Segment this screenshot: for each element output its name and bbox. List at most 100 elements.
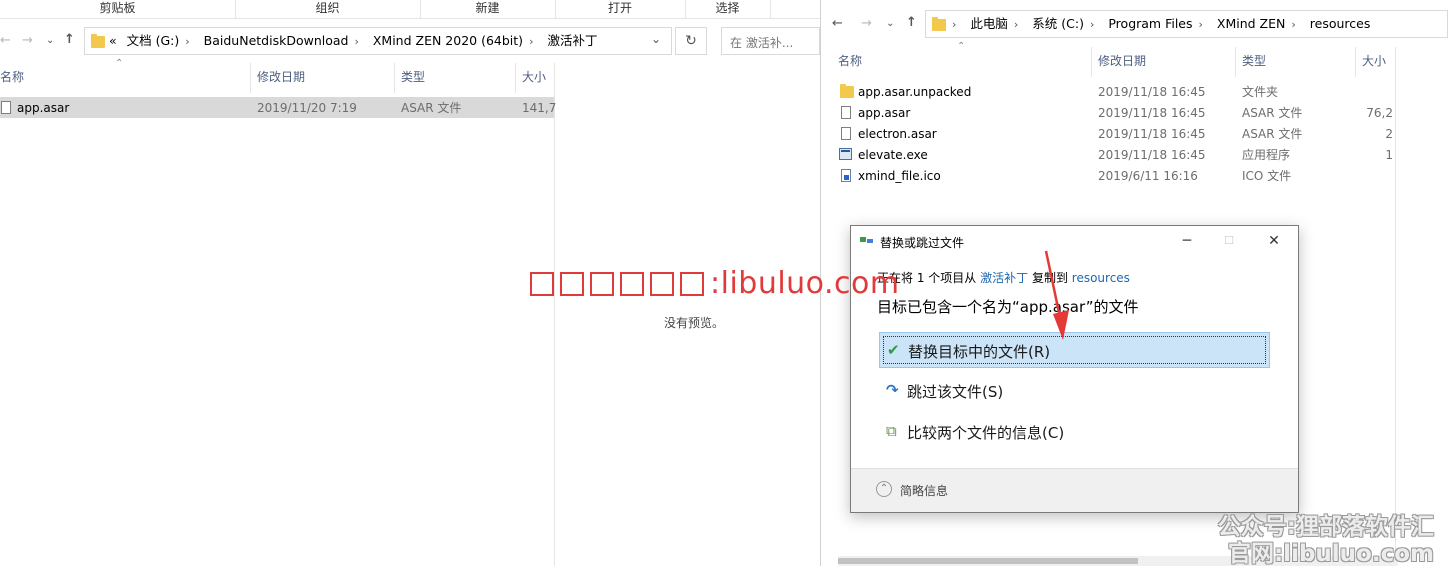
fewer-details-link[interactable]: 简略信息: [900, 482, 948, 499]
breadcrumb-this-pc[interactable]: 此电脑: [970, 16, 1008, 31]
column-date-modified[interactable]: 修改日期: [257, 69, 305, 85]
compare-files-option[interactable]: ⧉ 比较两个文件的信息(C): [879, 414, 1270, 450]
address-dropdown-chevron-icon[interactable]: ⌄: [651, 32, 661, 46]
replace-file-option[interactable]: ✔ 替换目标中的文件(R): [879, 332, 1270, 368]
column-type[interactable]: 类型: [401, 69, 425, 85]
column-size[interactable]: 大小: [1362, 53, 1386, 69]
source-folder-link[interactable]: 激活补丁: [980, 271, 1028, 285]
skip-option-label: 跳过该文件(S): [907, 383, 1004, 401]
file-list-preview-divider[interactable]: [1395, 47, 1396, 566]
forward-arrow-icon[interactable]: →: [22, 33, 33, 49]
table-row[interactable]: app.asar 2019/11/20 7:19 ASAR 文件 141,7: [0, 97, 556, 118]
column-divider[interactable]: [515, 63, 516, 93]
ribbon-group-organize[interactable]: 组织: [235, 0, 421, 18]
folder-icon: [91, 34, 105, 48]
column-name[interactable]: 名称: [838, 53, 862, 69]
column-divider[interactable]: [1091, 47, 1092, 77]
ribbon-group-new[interactable]: 新建: [420, 0, 556, 18]
compare-icon: ⧉: [886, 422, 897, 440]
breadcrumb-resources[interactable]: resources: [1310, 16, 1371, 31]
chevron-right-icon[interactable]: ›: [1199, 18, 1203, 31]
column-divider[interactable]: [1235, 47, 1236, 77]
glyph-box: [620, 272, 644, 296]
conflict-message: 目标已包含一个名为“app.asar”的文件: [877, 298, 1139, 316]
right-address-bar[interactable]: › 此电脑 › 系统 (C:) › Program Files › XMind ZEN…: [925, 10, 1448, 38]
table-row[interactable]: elevate.exe 2019/11/18 16:45 应用程序 1: [835, 144, 1395, 165]
no-preview-text: 没有预览。: [664, 316, 725, 330]
breadcrumb-drive-c[interactable]: 系统 (C:): [1032, 16, 1084, 31]
back-arrow-icon[interactable]: ←: [0, 33, 11, 49]
ribbon-group-open[interactable]: 打开: [555, 0, 686, 18]
skip-arrow-icon: ↷: [886, 381, 899, 399]
forward-arrow-icon[interactable]: →: [861, 16, 872, 32]
column-divider[interactable]: [1355, 47, 1356, 77]
table-row[interactable]: app.asar.unpacked 2019/11/18 16:45 文件夹: [835, 81, 1395, 102]
table-row[interactable]: app.asar 2019/11/18 16:45 ASAR 文件 76,2: [835, 102, 1395, 123]
table-row[interactable]: xmind_file.ico 2019/6/11 16:16 ICO 文件: [835, 165, 1395, 186]
chevron-right-icon[interactable]: ›: [1090, 18, 1094, 31]
ribbon-group-select[interactable]: 选择: [685, 0, 771, 18]
chevron-right-icon[interactable]: ›: [1291, 18, 1295, 31]
back-arrow-icon[interactable]: ←: [832, 16, 843, 32]
breadcrumb-patch-folder[interactable]: 激活补丁: [547, 33, 597, 48]
chevron-right-icon[interactable]: ›: [354, 35, 358, 48]
breadcrumb-overflow[interactable]: «: [109, 33, 117, 48]
copy-app-icon-arrow: [867, 239, 873, 243]
table-row[interactable]: electron.asar 2019/11/18 16:45 ASAR 文件 2: [835, 123, 1395, 144]
breadcrumb-program-files[interactable]: Program Files: [1108, 16, 1192, 31]
exe-icon: [839, 148, 852, 160]
file-name: xmind_file.ico: [858, 169, 941, 183]
minimize-icon[interactable]: ─: [1169, 230, 1205, 252]
chevron-right-icon[interactable]: ›: [1014, 18, 1018, 31]
up-arrow-icon[interactable]: ↑: [64, 32, 75, 48]
close-icon[interactable]: ✕: [1256, 230, 1292, 252]
file-name: app.asar: [858, 106, 911, 120]
chevron-right-icon[interactable]: ›: [529, 35, 533, 48]
recent-locations-chevron-icon[interactable]: ⌄: [46, 33, 54, 49]
glyph-box: [680, 272, 704, 296]
file-icon: [841, 106, 851, 119]
chevron-right-icon[interactable]: ›: [185, 35, 189, 48]
column-name[interactable]: 名称: [0, 69, 24, 85]
column-size[interactable]: 大小: [522, 69, 546, 85]
red-arrow-annotation: [1044, 250, 1069, 340]
recent-locations-chevron-icon[interactable]: ⌄: [886, 16, 894, 32]
dialog-title: 替换或跳过文件: [880, 236, 965, 250]
breadcrumb-xmind-zen[interactable]: XMind ZEN 2020 (64bit): [373, 33, 523, 48]
file-type: ASAR 文件: [401, 101, 462, 115]
refresh-icon[interactable]: ↻: [675, 27, 707, 55]
scrollbar-thumb[interactable]: [838, 558, 1138, 564]
breadcrumb-xmind-zen[interactable]: XMind ZEN: [1217, 16, 1285, 31]
left-address-bar[interactable]: « 文档 (G:) › BaiduNetdiskDownload › XMind Z…: [84, 27, 672, 55]
skip-file-option[interactable]: ↷ 跳过该文件(S): [879, 373, 1270, 409]
file-date: 2019/11/18 16:45: [1098, 148, 1206, 162]
glyph-box: [590, 272, 614, 296]
file-date: 2019/6/11 16:16: [1098, 169, 1198, 183]
file-type: ASAR 文件: [1242, 127, 1303, 141]
folder-icon: [840, 84, 854, 98]
chevron-right-icon[interactable]: ›: [952, 18, 956, 31]
file-size: 1: [1385, 148, 1393, 162]
file-name: app.asar.unpacked: [858, 85, 972, 99]
maximize-icon: ☐: [1224, 234, 1234, 247]
file-icon: [1, 101, 11, 114]
chevron-up-icon[interactable]: ⌃: [876, 481, 892, 497]
breadcrumb-baidunetdisk[interactable]: BaiduNetdiskDownload: [204, 33, 349, 48]
column-divider[interactable]: [250, 63, 251, 93]
file-date: 2019/11/18 16:45: [1098, 127, 1206, 141]
column-divider[interactable]: [394, 63, 395, 93]
ribbon-group-clipboard[interactable]: 剪贴板: [0, 0, 236, 18]
left-search-box[interactable]: 在 激活补...: [721, 27, 820, 55]
breadcrumb-drive-g[interactable]: 文档 (G:): [127, 33, 180, 48]
column-type[interactable]: 类型: [1242, 53, 1266, 69]
file-list-preview-divider[interactable]: [554, 63, 555, 566]
file-type: 文件夹: [1242, 85, 1279, 99]
arrow-head: [1053, 310, 1069, 340]
column-date-modified[interactable]: 修改日期: [1098, 53, 1146, 69]
replace-or-skip-dialog: 替换或跳过文件 ─ ☐ ✕ 正在将 1 个项目从 激活补丁 复制到 resour…: [850, 225, 1299, 513]
file-type: 应用程序: [1242, 148, 1291, 162]
site-watermark: :libuluo.com: [530, 266, 900, 301]
dest-folder-link[interactable]: resources: [1072, 271, 1130, 285]
up-arrow-icon[interactable]: ↑: [906, 15, 917, 31]
checkmark-icon: ✔: [887, 341, 900, 359]
